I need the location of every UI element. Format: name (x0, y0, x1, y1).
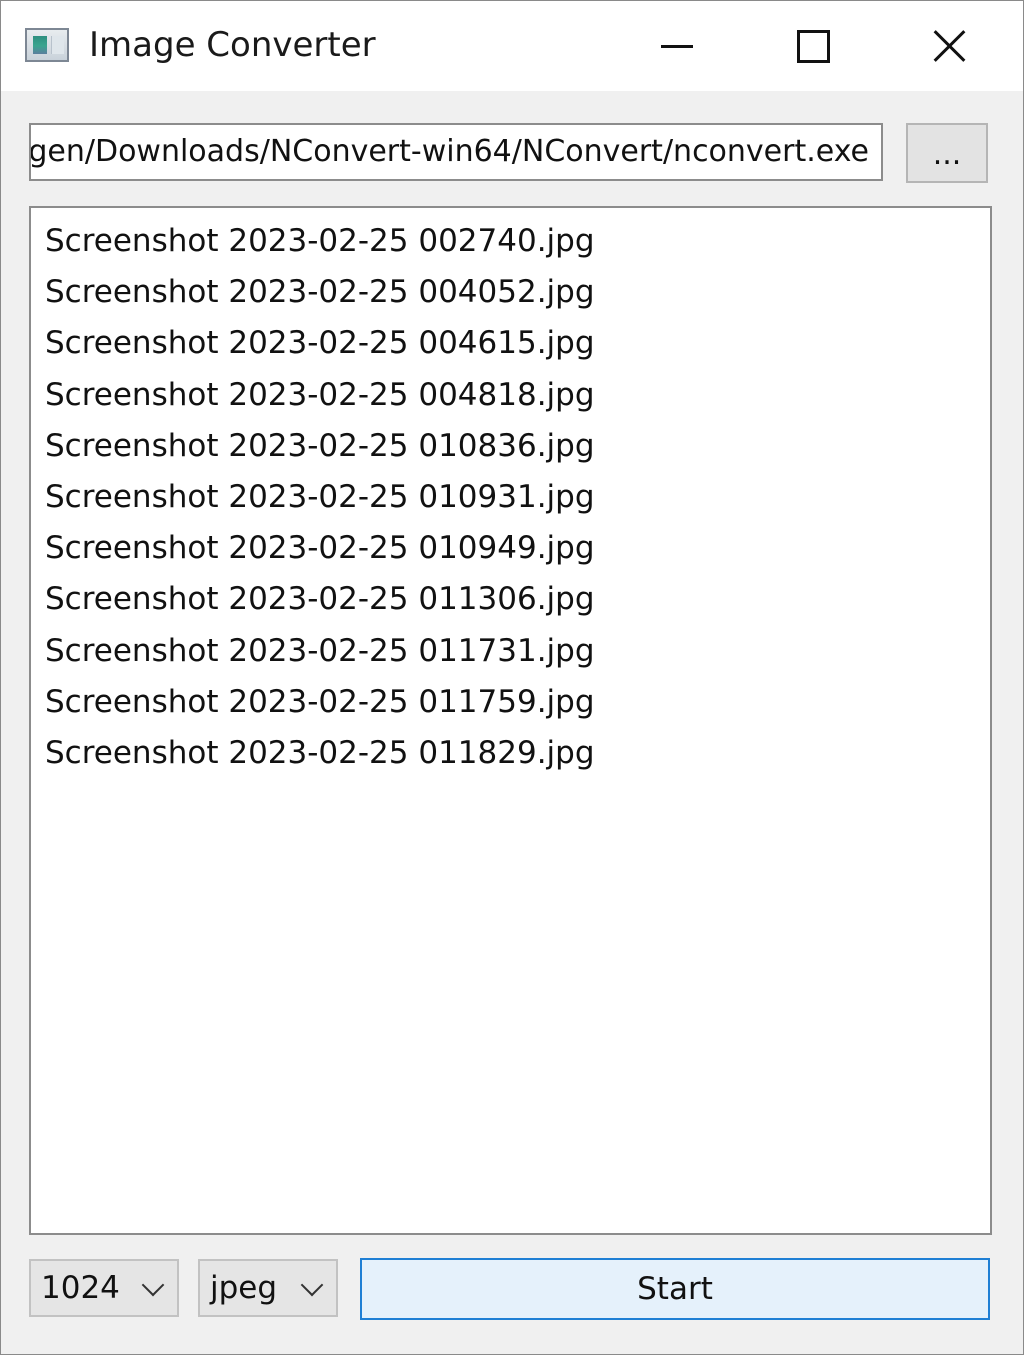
close-icon (932, 29, 966, 63)
app-icon-side-pane (51, 36, 64, 54)
app-icon-image-pane (33, 36, 47, 54)
title-bar[interactable]: Image Converter (1, 1, 1023, 91)
maximize-button[interactable] (745, 1, 881, 91)
window-title: Image Converter (89, 25, 376, 65)
app-window: Image Converter ugen/Downloads/NConvert-… (0, 0, 1024, 1355)
list-item[interactable]: Screenshot 2023-02-25 011306.jpg (31, 576, 990, 627)
list-item[interactable]: Screenshot 2023-02-25 010931.jpg (31, 474, 990, 525)
list-item[interactable]: Screenshot 2023-02-25 010836.jpg (31, 423, 990, 474)
list-item[interactable]: Screenshot 2023-02-25 011731.jpg (31, 628, 990, 679)
nconvert-path-value: ugen/Downloads/NConvert-win64/NConvert/n… (29, 134, 869, 169)
size-select[interactable]: 1024 (29, 1259, 179, 1317)
list-item[interactable]: Screenshot 2023-02-25 004818.jpg (31, 372, 990, 423)
list-item[interactable]: Screenshot 2023-02-25 010949.jpg (31, 525, 990, 576)
list-item[interactable]: Screenshot 2023-02-25 004052.jpg (31, 269, 990, 320)
list-item[interactable]: Screenshot 2023-02-25 011759.jpg (31, 679, 990, 730)
image-converter-app-icon[interactable] (25, 28, 69, 62)
start-button[interactable]: Start (360, 1258, 990, 1320)
minimize-button[interactable] (609, 1, 745, 91)
format-select[interactable]: jpeg (198, 1259, 338, 1317)
chevron-down-icon (300, 1273, 324, 1297)
minimize-icon (661, 44, 693, 48)
browse-button[interactable]: ... (906, 123, 988, 183)
list-item[interactable]: Screenshot 2023-02-25 011829.jpg (31, 730, 990, 781)
list-item[interactable]: Screenshot 2023-02-25 002740.jpg (31, 218, 990, 269)
nconvert-path-input[interactable]: ugen/Downloads/NConvert-win64/NConvert/n… (29, 123, 883, 181)
chevron-down-icon (141, 1273, 165, 1297)
size-select-value: 1024 (41, 1270, 120, 1306)
maximize-icon (796, 29, 830, 63)
close-button[interactable] (881, 1, 1017, 91)
format-select-value: jpeg (210, 1270, 278, 1306)
file-list[interactable]: Screenshot 2023-02-25 002740.jpg Screens… (29, 206, 992, 1235)
list-item[interactable]: Screenshot 2023-02-25 004615.jpg (31, 320, 990, 371)
